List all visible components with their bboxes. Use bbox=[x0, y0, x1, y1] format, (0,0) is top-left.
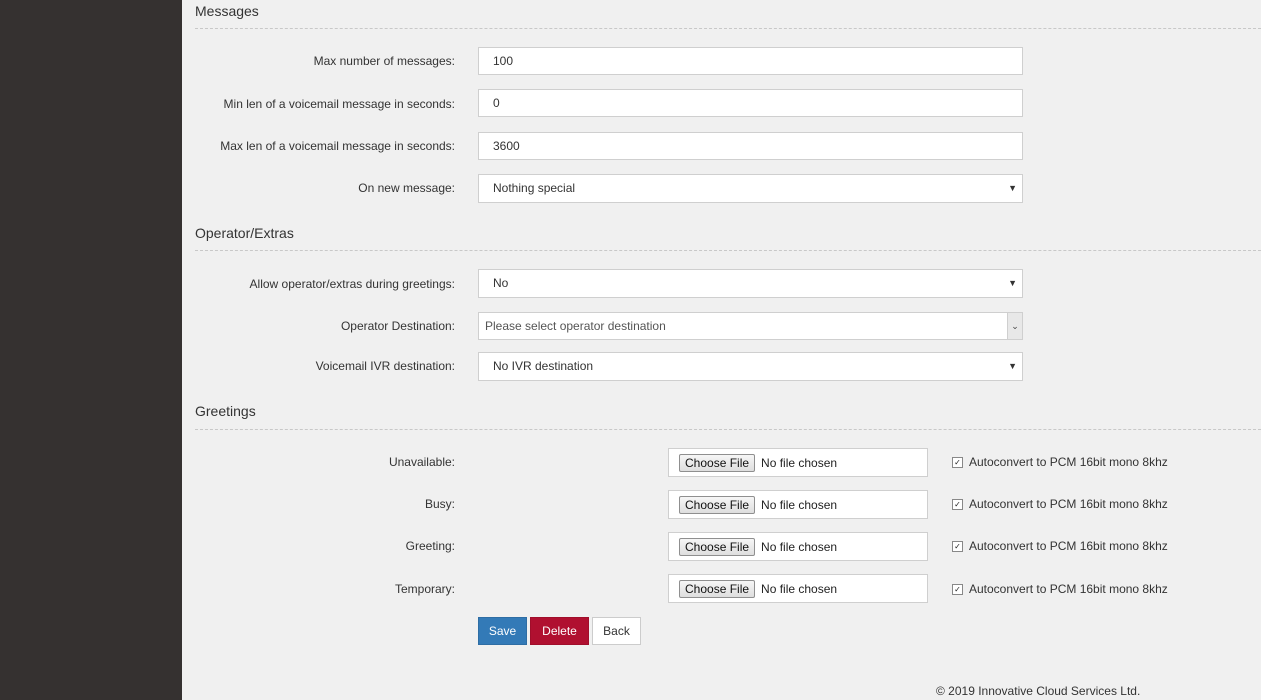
autoconvert-label: Autoconvert to PCM 16bit mono 8khz bbox=[969, 582, 1168, 596]
autoconvert-label: Autoconvert to PCM 16bit mono 8khz bbox=[969, 497, 1168, 511]
max-messages-label: Max number of messages: bbox=[313, 54, 455, 68]
greeting-label-temporary: Temporary: bbox=[394, 582, 455, 596]
on-new-message-select[interactable]: Nothing special ▼ bbox=[478, 174, 1023, 203]
greeting-label-busy: Busy: bbox=[424, 497, 455, 511]
autoconvert-label: Autoconvert to PCM 16bit mono 8khz bbox=[969, 539, 1168, 553]
min-len-input[interactable]: 0 bbox=[478, 89, 1023, 117]
back-button[interactable]: Back bbox=[592, 617, 641, 645]
autoconvert-checkbox[interactable]: ✓ bbox=[952, 541, 963, 552]
ivr-destination-select[interactable]: No IVR destination ▼ bbox=[478, 352, 1023, 381]
min-len-label: Min len of a voicemail message in second… bbox=[223, 97, 455, 111]
operator-destination-label: Operator Destination: bbox=[340, 319, 455, 333]
autoconvert-label: Autoconvert to PCM 16bit mono 8khz bbox=[969, 455, 1168, 469]
max-len-input[interactable]: 3600 bbox=[478, 132, 1023, 160]
file-status: No file chosen bbox=[761, 539, 838, 554]
autoconvert-checkbox[interactable]: ✓ bbox=[952, 584, 963, 595]
choose-file-button[interactable]: Choose File bbox=[679, 537, 756, 556]
chevron-down-icon: ▼ bbox=[1008, 183, 1017, 193]
max-len-label: Max len of a voicemail message in second… bbox=[220, 139, 455, 153]
save-button[interactable]: Save bbox=[478, 617, 527, 645]
ivr-destination-label: Voicemail IVR destination: bbox=[315, 359, 455, 373]
autoconvert-checkbox[interactable]: ✓ bbox=[952, 457, 963, 468]
file-input-unavailable[interactable]: Choose File No file chosen bbox=[668, 448, 928, 477]
allow-operator-select[interactable]: No ▼ bbox=[478, 269, 1023, 298]
choose-file-button[interactable]: Choose File bbox=[679, 579, 756, 598]
file-input-temporary[interactable]: Choose File No file chosen bbox=[668, 574, 928, 603]
greeting-label-unavailable: Unavailable: bbox=[388, 455, 455, 469]
max-messages-input[interactable]: 100 bbox=[478, 47, 1023, 75]
file-input-greeting[interactable]: Choose File No file chosen bbox=[668, 532, 928, 561]
chevron-down-icon: ⌄ bbox=[1007, 313, 1022, 339]
on-new-message-value: Nothing special bbox=[493, 181, 576, 195]
sidebar bbox=[0, 0, 182, 700]
allow-operator-label: Allow operator/extras during greetings: bbox=[249, 277, 455, 291]
autoconvert-checkbox[interactable]: ✓ bbox=[952, 499, 963, 510]
operator-destination-select[interactable]: Please select operator destination ⌄ bbox=[478, 312, 1023, 340]
section-title-greetings: Greetings bbox=[195, 403, 256, 419]
section-divider bbox=[195, 250, 1261, 251]
chevron-down-icon: ▼ bbox=[1008, 278, 1017, 288]
file-status: No file chosen bbox=[761, 497, 838, 512]
on-new-message-label: On new message: bbox=[358, 181, 455, 195]
allow-operator-value: No bbox=[493, 276, 509, 290]
section-divider bbox=[195, 429, 1261, 430]
main-content: Messages Max number of messages: 100 Min… bbox=[182, 0, 1261, 700]
ivr-destination-value: No IVR destination bbox=[493, 359, 594, 373]
file-status: No file chosen bbox=[761, 581, 838, 596]
file-status: No file chosen bbox=[761, 455, 838, 470]
greeting-label-greeting: Greeting: bbox=[405, 539, 455, 553]
chevron-down-icon: ▼ bbox=[1008, 361, 1017, 371]
delete-button[interactable]: Delete bbox=[530, 617, 589, 645]
section-title-messages: Messages bbox=[195, 3, 259, 19]
choose-file-button[interactable]: Choose File bbox=[679, 495, 756, 514]
operator-destination-placeholder: Please select operator destination bbox=[485, 319, 666, 333]
choose-file-button[interactable]: Choose File bbox=[679, 453, 756, 472]
section-title-operator: Operator/Extras bbox=[195, 225, 294, 241]
file-input-busy[interactable]: Choose File No file chosen bbox=[668, 490, 928, 519]
section-divider bbox=[195, 28, 1261, 29]
footer-copyright: © 2019 Innovative Cloud Services Ltd. bbox=[936, 684, 1141, 698]
